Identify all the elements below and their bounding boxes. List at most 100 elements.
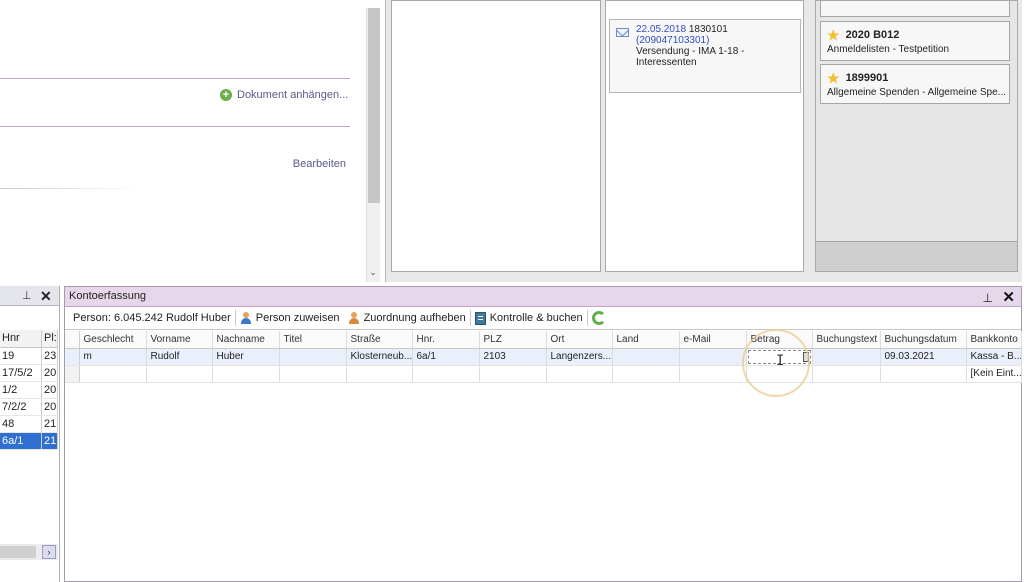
table-cell: 17/5/2 (0, 364, 42, 382)
overview-frame: 22.05.2018 1830101 (209047103301) Versen… (385, 0, 1022, 282)
scrollbar-thumb[interactable] (0, 546, 36, 558)
column-header[interactable]: PLZ (479, 331, 547, 349)
text-cursor-icon: I (776, 353, 785, 369)
address-panel: ⊥ ✕ Hnr Pl: 19 23 17/5/2 20 1/2 20 7/2/2… (0, 286, 60, 582)
table-cell[interactable] (546, 365, 613, 383)
column-header[interactable]: Hnr (0, 330, 42, 348)
remove-assignment-button[interactable]: Zuordnung aufheben (344, 312, 470, 324)
mailing-card[interactable]: 22.05.2018 1830101 (209047103301) Versen… (609, 19, 801, 93)
refresh-button[interactable] (588, 311, 610, 325)
table-cell[interactable]: 6a/1 (412, 348, 480, 366)
envelope-icon (616, 28, 629, 37)
edit-link[interactable]: Bearbeiten (293, 158, 346, 170)
table-row[interactable]: 7/2/2 20 (0, 398, 58, 416)
table-row[interactable]: 48 21 (0, 415, 58, 433)
address-table: Hnr Pl: 19 23 17/5/2 20 1/2 20 7/2/2 20 … (0, 330, 58, 450)
document-panel: + Dokument anhängen... Bearbeiten (0, 8, 366, 282)
table-cell[interactable] (346, 365, 413, 383)
header-row: Geschlecht Vorname Nachname Titel Straße… (65, 331, 1022, 349)
table-cell[interactable] (679, 365, 747, 383)
table-cell[interactable] (679, 348, 747, 366)
column-header[interactable]: Land (612, 331, 680, 349)
booking-grid: Geschlecht Vorname Nachname Titel Straße… (65, 331, 1022, 383)
table-cell[interactable]: Kassa - B... (966, 348, 1022, 366)
divider (0, 126, 350, 127)
column-header[interactable]: Betrag (746, 331, 813, 349)
table-cell[interactable] (212, 365, 280, 383)
close-icon[interactable]: ✕ (40, 288, 52, 305)
table-cell[interactable] (612, 348, 680, 366)
spinner-icon[interactable] (802, 351, 809, 362)
table-cell[interactable]: 09.03.2021 (880, 348, 967, 366)
column-header[interactable]: Buchungsdatum (880, 331, 967, 349)
chevron-down-icon[interactable]: ⌄ (367, 267, 379, 278)
chevron-right-icon[interactable]: › (42, 545, 56, 559)
column-header[interactable]: e-Mail (679, 331, 747, 349)
table-cell: 1/2 (0, 381, 42, 399)
column-header[interactable]: Pl: (41, 330, 58, 348)
column-header[interactable]: Geschlecht (79, 331, 147, 349)
table-cell[interactable] (880, 365, 967, 383)
assign-person-button[interactable]: Person zuweisen (236, 312, 344, 324)
table-row[interactable]: [Kein Eint... (65, 365, 1022, 383)
table-cell: 21 (41, 432, 58, 450)
close-icon[interactable]: ✕ (1002, 288, 1015, 307)
mailing-pane: 22.05.2018 1830101 (209047103301) Versen… (605, 0, 804, 272)
kontoerfassung-panel: Kontoerfassung ⊥ ✕ Person: 6.045.242 Rud… (64, 286, 1022, 582)
mailing-reference: (209047103301) (636, 35, 710, 46)
panel-header: ⊥ ✕ (0, 286, 59, 306)
column-header[interactable]: Bankkonto (966, 331, 1022, 349)
assign-person-label: Person zuweisen (255, 312, 340, 324)
favorite-card[interactable]: ★ 1899901 Allgemeine Spenden - Allgemein… (820, 64, 1010, 104)
panel-title: Kontoerfassung (69, 290, 147, 302)
check-and-book-button[interactable]: Kontrolle & buchen (471, 311, 587, 325)
divider (0, 78, 350, 79)
table-cell[interactable]: Klosterneub... (346, 348, 413, 366)
attach-document-link[interactable]: + Dokument anhängen... (220, 89, 348, 101)
table-cell[interactable]: Langenzers... (546, 348, 613, 366)
refresh-icon (591, 311, 606, 325)
row-selector[interactable] (65, 365, 80, 383)
table-cell[interactable] (412, 365, 480, 383)
favorite-card[interactable]: ★ 2020 B012 Anmeldelisten - Testpetition (820, 21, 1010, 61)
table-row[interactable]: 1/2 20 (0, 381, 58, 399)
table-cell[interactable] (812, 348, 881, 366)
vertical-scrollbar[interactable]: ⌄ (366, 8, 380, 282)
table-cell[interactable]: Rudolf (146, 348, 213, 366)
table-cell: 48 (0, 415, 42, 433)
table-cell: 20 (41, 381, 58, 399)
pin-icon[interactable]: ⊥ (983, 289, 993, 308)
table-row[interactable]: 19 23 (0, 347, 58, 365)
column-header[interactable]: Hnr. (412, 331, 480, 349)
table-cell[interactable]: 2103 (479, 348, 547, 366)
pin-icon[interactable]: ⊥ (22, 289, 32, 302)
column-header[interactable]: Nachname (212, 331, 280, 349)
table-cell[interactable] (812, 365, 881, 383)
favorites-footer (816, 241, 1017, 271)
column-header[interactable]: Vorname (146, 331, 213, 349)
table-cell[interactable] (279, 365, 347, 383)
table-cell[interactable] (612, 365, 680, 383)
table-row-selected[interactable]: 6a/1 21 (0, 432, 58, 450)
table-cell[interactable] (279, 348, 347, 366)
table-cell[interactable]: [Kein Eint... (966, 365, 1022, 383)
star-icon: ★ (827, 27, 840, 43)
table-cell[interactable]: m (79, 348, 147, 366)
column-header[interactable]: Ort (546, 331, 613, 349)
table-cell: 6a/1 (0, 432, 42, 450)
column-header[interactable]: Straße (346, 331, 413, 349)
table-cell[interactable] (79, 365, 147, 383)
person-icon (240, 312, 252, 324)
list-item[interactable] (820, 1, 1010, 17)
column-header[interactable]: Titel (279, 331, 347, 349)
table-cell[interactable]: Huber (212, 348, 280, 366)
person-label: Person: 6.045.242 Rudolf Huber (73, 312, 231, 324)
table-cell[interactable] (146, 365, 213, 383)
table-row[interactable]: 17/5/2 20 (0, 364, 58, 382)
horizontal-scrollbar[interactable]: › (0, 544, 58, 560)
column-header[interactable]: Buchungstext (812, 331, 881, 349)
row-selector[interactable] (65, 348, 80, 366)
scrollbar-thumb[interactable] (368, 8, 380, 203)
table-cell[interactable] (479, 365, 547, 383)
table-row[interactable]: m Rudolf Huber Klosterneub... 6a/1 2103 … (65, 348, 1022, 366)
